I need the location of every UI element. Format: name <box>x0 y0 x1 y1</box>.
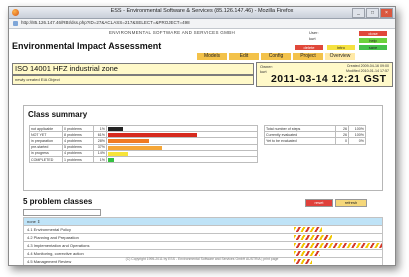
reset-button[interactable]: reset <box>305 199 333 207</box>
problem-class-status-bar <box>294 235 332 240</box>
intro-button[interactable]: intro <box>327 45 355 50</box>
current-datetime: 2011-03-14 12:21 GST <box>271 73 387 85</box>
owner-panel: Owner: kurt Created 2009-04-16 09:00 Mod… <box>256 62 393 87</box>
maximize-button[interactable]: □ <box>366 8 379 18</box>
summary-row: COMPLETED 1 problems 1% <box>29 155 258 164</box>
help-button[interactable]: help <box>359 38 387 43</box>
filter-input[interactable] <box>23 209 101 216</box>
user-info: User: kurt <box>309 30 319 42</box>
menu-overview[interactable]: Overview <box>325 53 355 60</box>
refresh-button[interactable]: refresh <box>335 199 367 207</box>
user-name: kurt <box>309 36 316 41</box>
menu-config[interactable]: Config <box>261 53 291 60</box>
delete-button[interactable]: delete <box>295 45 323 50</box>
zone-name-field[interactable]: ISO 14001 HFZ industrial zone <box>12 63 254 75</box>
menu-edit[interactable]: Edit <box>229 53 259 60</box>
site-header-text: ENVIRONMENTAL SOFTWARE AND SERVICES GMBH <box>108 30 235 35</box>
summary-bar-cell <box>106 155 258 164</box>
main-menu: Models Edit Config Project Overview <box>197 53 355 60</box>
summary-bar <box>108 139 149 144</box>
close-window-button[interactable]: × <box>380 8 393 18</box>
save-button[interactable]: save <box>359 45 387 50</box>
summary-bar <box>108 157 114 162</box>
summary-bar <box>108 127 123 131</box>
url-text[interactable]: http://85.126.147.46/RBI/dss.php?ID=27&A… <box>21 20 190 25</box>
page-footer: (C) Copyright 1995-2011 by ESS - Environ… <box>125 257 279 261</box>
summary-bar <box>108 151 128 156</box>
problem-classes-title: 5 problem classes <box>23 197 93 206</box>
zone-description-field[interactable]: newly created EIA Object <box>12 75 254 85</box>
stats-value: 0 <box>335 137 349 145</box>
problem-class-status-bar <box>294 251 320 256</box>
browser-window: ESS - Environmental Software & Services … <box>8 6 396 266</box>
summary-table: not applicable 0 problems 1% NOT YET 8 probl… <box>29 124 258 164</box>
summary-row-count: 1 problems <box>62 155 94 164</box>
class-summary-panel: Class summary not applicable 0 problems 1%… <box>23 105 383 191</box>
class-summary-title: Class summary <box>28 110 88 119</box>
window-controls: _ □ × <box>352 8 393 18</box>
summary-bar <box>108 133 197 138</box>
problem-class-label: 4.3 Implementation and Operations <box>27 243 90 248</box>
close-button[interactable]: close <box>359 31 387 36</box>
summary-bar <box>108 145 162 150</box>
stats-table: Total number of steps 26 100% Currently eva… <box>264 124 366 145</box>
problem-class-row[interactable]: 4.2 Planning and Preparation <box>23 234 383 242</box>
problem-class-row[interactable]: 4.3 Implementation and Operations <box>23 242 383 250</box>
problem-class-status-bar <box>294 227 322 232</box>
site-favicon-icon <box>13 21 18 26</box>
minimize-button[interactable]: _ <box>352 8 365 18</box>
zone-name: ISO 14001 HFZ industrial zone <box>15 64 118 73</box>
problem-class-row[interactable]: 4.1 Environmental Policy <box>23 226 383 234</box>
address-bar[interactable]: http://85.126.147.46/RBI/dss.php?ID=27&A… <box>9 19 395 29</box>
menu-models[interactable]: Models <box>197 53 227 60</box>
site-header: ENVIRONMENTAL SOFTWARE AND SERVICES GMBH <box>9 29 395 37</box>
zone-description: newly created EIA Object <box>15 77 60 82</box>
problem-class-status-bar <box>294 243 382 248</box>
summary-row-percent: 1% <box>93 155 107 164</box>
problem-class-label: 4.1 Environmental Policy <box>27 227 72 232</box>
window-title: ESS - Environmental Software & Services … <box>110 8 294 14</box>
stats-label: Yet to be evaluated <box>264 137 336 145</box>
user-label: User: <box>309 30 319 35</box>
stats-row: Yet to be evaluated 0 0% <box>264 137 366 145</box>
stats-percent: 0% <box>348 137 366 145</box>
problem-classes-header[interactable]: none ⇕ <box>23 217 383 226</box>
window-titlebar: ESS - Environmental Software & Services … <box>9 7 395 19</box>
problem-class-label: 4.4 Monitoring, corrective action <box>27 251 84 256</box>
page-title: Environmental Impact Assessment <box>12 41 162 51</box>
problem-class-label: 4.2 Planning and Preparation <box>27 235 79 240</box>
menu-project[interactable]: Project <box>293 53 323 60</box>
summary-row-label: COMPLETED <box>29 155 63 164</box>
